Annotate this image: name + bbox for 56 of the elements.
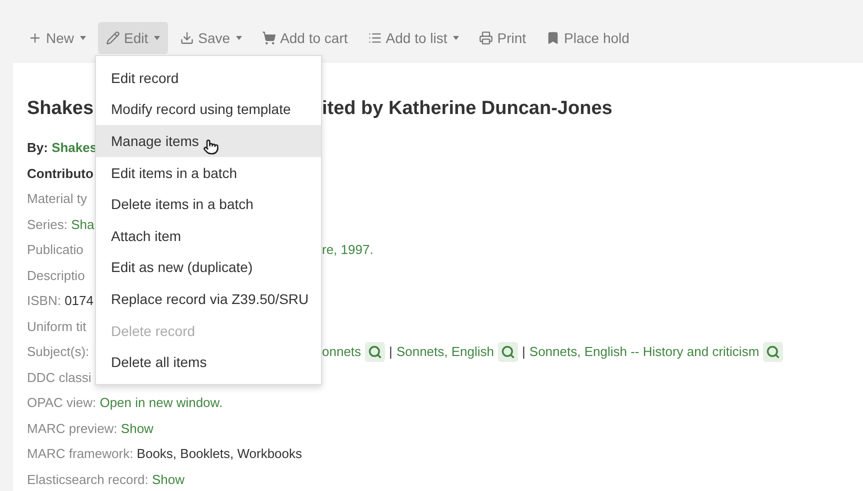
field-label: MARC preview:: [27, 420, 118, 436]
printer-icon: [479, 30, 494, 44]
field-label: By:: [27, 140, 49, 156]
toolbar-button[interactable]: Add to cart: [254, 22, 356, 54]
menu-item[interactable]: Edit record: [96, 62, 321, 94]
menu-item[interactable]: Edit items in a batch: [96, 156, 321, 188]
field-label: DDC classi: [27, 370, 92, 385]
link[interactable]: re, 1997.: [322, 242, 374, 258]
field-value: 0174: [64, 293, 94, 308]
list-icon: [368, 30, 382, 44]
toolbar-button[interactable]: Add to list: [360, 22, 468, 54]
toolbar-button[interactable]: Edit: [98, 22, 168, 54]
search-button[interactable]: [498, 342, 518, 362]
field-value: Books, Booklets, Workbooks: [136, 446, 302, 462]
plus-icon: [28, 30, 42, 44]
field-label: Uniform tit: [27, 318, 86, 334]
link[interactable]: Show: [120, 420, 154, 436]
menu-item[interactable]: Manage items: [96, 125, 321, 157]
pencil-icon: [106, 30, 120, 44]
field-value: |: [389, 344, 392, 360]
link[interactable]: Shakes: [52, 140, 98, 156]
link[interactable]: Show: [152, 472, 185, 487]
menu-item[interactable]: Attach item: [96, 220, 321, 252]
bookmark-icon: [546, 30, 560, 44]
link[interactable]: Sonnets, English: [396, 344, 494, 360]
field-value: |: [522, 344, 526, 360]
link[interactable]: Sonnets, English -- History and criticism: [529, 344, 760, 360]
field-label: Publicatio: [27, 242, 84, 258]
toolbar-button[interactable]: Save: [172, 22, 250, 54]
field-label: OPAC view:: [27, 395, 98, 410]
menu-item[interactable]: Delete items in a batch: [96, 188, 321, 220]
field-label: Subject(s):: [27, 344, 90, 360]
cart-icon: [262, 30, 276, 44]
download-icon: [180, 30, 194, 44]
field-label: Series:: [27, 216, 68, 232]
link[interactable]: Sha: [71, 216, 94, 232]
menu-item[interactable]: Edit as new (duplicate): [96, 252, 321, 284]
link[interactable]: Open in new window.: [100, 395, 223, 410]
field-label: ISBN:: [27, 293, 62, 308]
field-label: Material ty: [27, 191, 87, 206]
toolbar-button[interactable]: New: [20, 22, 94, 54]
link[interactable]: onnets: [322, 344, 362, 360]
toolbar-button[interactable]: Place hold: [538, 22, 638, 54]
menu-item[interactable]: Delete all items: [96, 346, 321, 378]
toolbar-button[interactable]: Print: [471, 22, 534, 54]
search-button[interactable]: [763, 342, 784, 362]
hand-cursor-icon: [203, 139, 219, 156]
field-label: Elasticsearch record:: [27, 472, 150, 487]
field-label: MARC framework:: [27, 446, 134, 462]
record-title: ited by Katherine Duncan-Jones: [322, 98, 612, 120]
search-button[interactable]: [365, 342, 386, 362]
menu-item[interactable]: Replace record via Z39.50/SRU: [96, 283, 321, 315]
field-label: Descriptio: [27, 268, 85, 283]
record-title: Shakes: [27, 98, 95, 120]
menu-item[interactable]: Modify record using template: [96, 94, 321, 126]
field-label: Contributo: [27, 166, 94, 181]
